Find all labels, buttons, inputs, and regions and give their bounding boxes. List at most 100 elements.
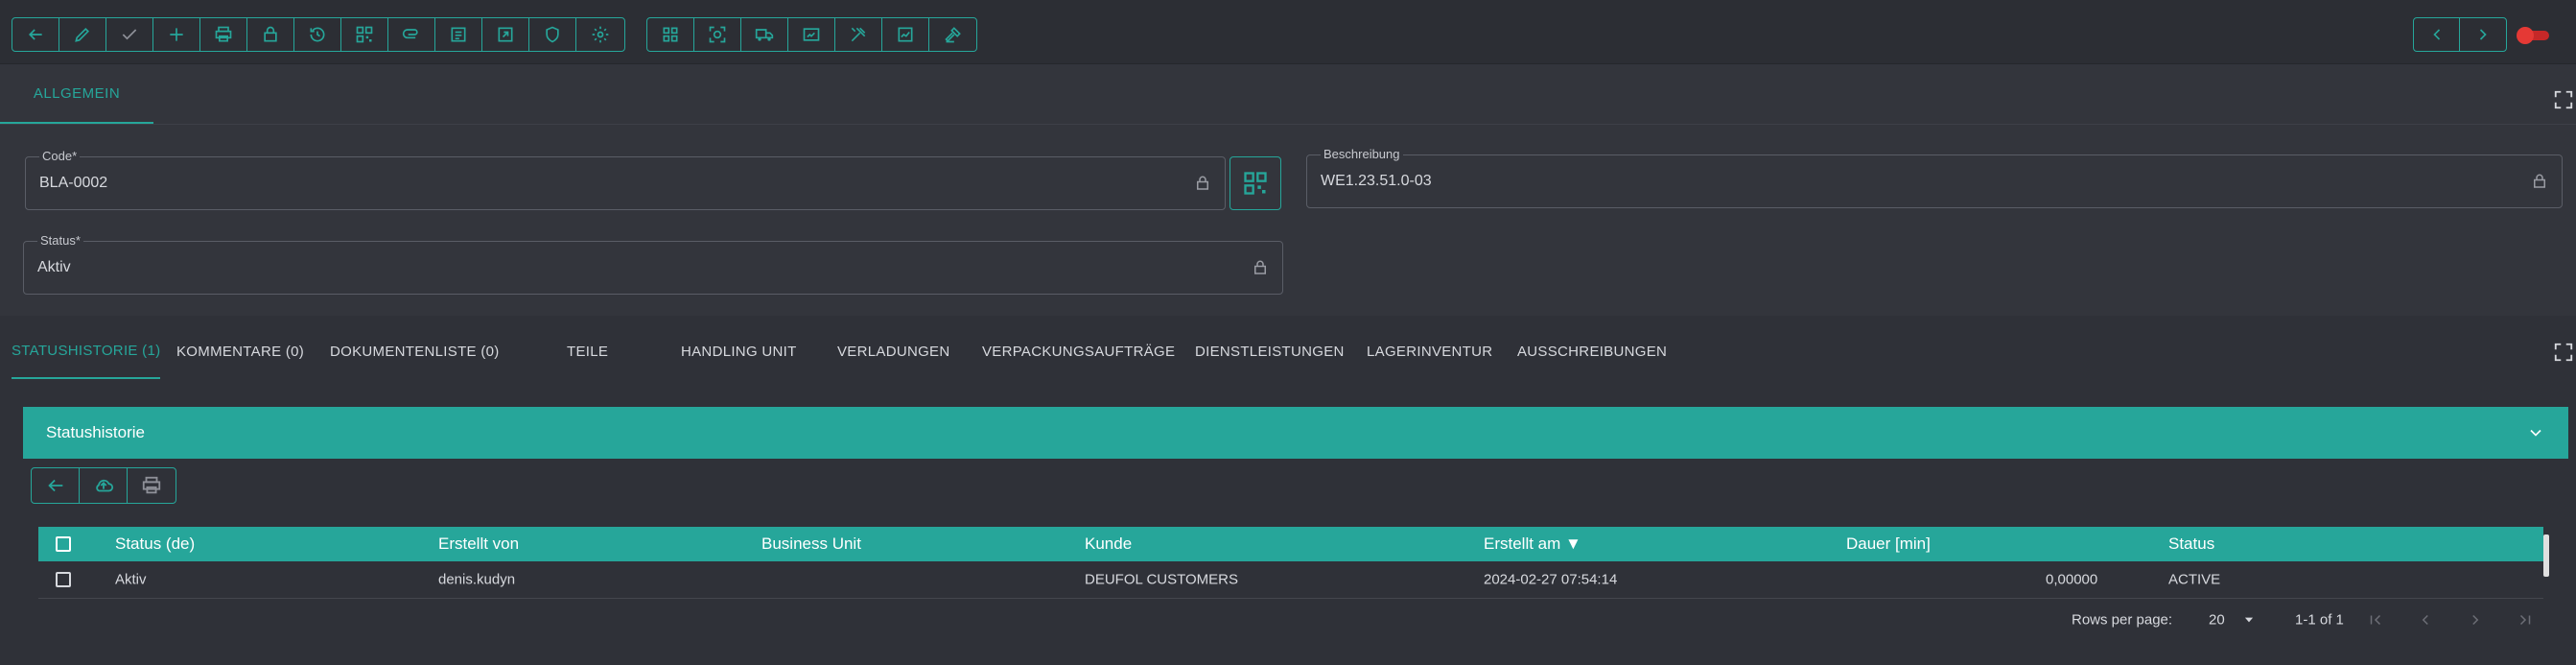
pencil-icon: [75, 27, 90, 42]
hammer-icon: [944, 27, 961, 43]
tab-teile[interactable]: TEILE: [567, 323, 608, 379]
qr-button[interactable]: [341, 18, 388, 51]
lock-icon: [264, 26, 277, 42]
beschreibung-value: WE1.23.51.0-03: [1321, 173, 1432, 189]
code-field[interactable]: Code* BLA-0002: [25, 149, 1226, 210]
printer-icon: [215, 26, 232, 42]
confirm-button[interactable]: [106, 18, 153, 51]
detail-section: STATUSHISTORIE (1) KOMMENTARE (0) DOKUME…: [0, 323, 2576, 665]
panel-title: Statushistorie: [46, 423, 145, 441]
lock-button[interactable]: [247, 18, 294, 51]
toolbar-secondary-actions: [646, 17, 977, 52]
top-toolbar: [0, 0, 2576, 64]
notes-button[interactable]: [435, 18, 482, 51]
generate-qr-button[interactable]: [1229, 156, 1281, 210]
tools-button[interactable]: [835, 18, 882, 51]
lock-icon: [2534, 174, 2545, 188]
tools-icon: [851, 27, 866, 42]
table-scrollbar[interactable]: [2541, 527, 2551, 584]
status-value: Aktiv: [37, 259, 71, 275]
cloud-upload-icon: [95, 479, 113, 492]
column-header-status-de[interactable]: Status (de): [115, 534, 195, 554]
caret-down-icon[interactable]: [2242, 613, 2256, 627]
tab-ausschreibungen[interactable]: AUSSCHREIBUNGEN: [1517, 323, 1667, 379]
attach-button[interactable]: [388, 18, 435, 51]
status-label: Status*: [37, 233, 83, 248]
export-button[interactable]: [482, 18, 529, 51]
cell-erstellt-von: denis.kudyn: [438, 571, 516, 588]
select-all-checkbox[interactable]: [56, 536, 71, 552]
rows-per-page-label: Rows per page:: [2072, 611, 2173, 629]
print-button[interactable]: [200, 18, 247, 51]
lock-icon: [1254, 260, 1266, 274]
cell-dauer: 0,00000: [2046, 571, 2098, 588]
back-arrow-icon: [28, 29, 42, 40]
barcode-scan-button[interactable]: [788, 18, 835, 51]
add-button[interactable]: [153, 18, 200, 51]
table-header: Status (de) Erstellt von Business Unit K…: [38, 527, 2543, 561]
tab-kommentare[interactable]: KOMMENTARE (0): [176, 323, 304, 379]
cell-kunde: DEUFOL CUSTOMERS: [1085, 571, 1239, 588]
settings-button[interactable]: [576, 18, 623, 51]
tab-handling-unit[interactable]: HANDLING UNIT: [681, 323, 797, 379]
chart-doc-icon: [898, 27, 913, 42]
pagination: Rows per page: 20 1-1 of 1: [2062, 601, 2561, 639]
auction-button[interactable]: [929, 18, 976, 51]
status-field[interactable]: Status* Aktiv: [23, 233, 1283, 295]
table-back-button[interactable]: [32, 468, 80, 503]
code-value: BLA-0002: [39, 175, 108, 191]
barcode-scan-icon: [803, 28, 820, 41]
previous-record-button[interactable]: [2414, 18, 2461, 51]
scrollbar-thumb[interactable]: [2543, 534, 2549, 577]
tab-verladungen[interactable]: VERLADUNGEN: [837, 323, 950, 379]
statushistorie-panel-header[interactable]: Statushistorie: [23, 407, 2568, 459]
grid-button[interactable]: [647, 18, 694, 51]
history-button[interactable]: [294, 18, 341, 51]
column-header-erstellt-von[interactable]: Erstellt von: [438, 534, 519, 554]
chevron-left-icon: [2432, 29, 2440, 40]
edit-button[interactable]: [59, 18, 106, 51]
notes-icon: [451, 27, 466, 42]
gear-icon: [592, 26, 608, 43]
row-checkbox[interactable]: [56, 572, 71, 587]
chevron-left-icon[interactable]: [2417, 611, 2434, 629]
fullscreen-icon[interactable]: [2553, 342, 2574, 363]
tab-dienstleistungen[interactable]: DIENSTLEISTUNGEN: [1195, 323, 1345, 379]
report-button[interactable]: [882, 18, 929, 51]
column-header-erstellt-am[interactable]: Erstellt am ▼: [1484, 534, 1581, 554]
first-page-icon[interactable]: [2367, 611, 2384, 629]
chevron-down-icon[interactable]: [2526, 423, 2545, 442]
chevron-right-icon[interactable]: [2467, 611, 2484, 629]
table-row[interactable]: Aktiv denis.kudyn DEUFOL CUSTOMERS 2024-…: [38, 561, 2543, 599]
scan-button[interactable]: [694, 18, 741, 51]
fullscreen-icon[interactable]: [2553, 89, 2574, 110]
upload-button[interactable]: [80, 468, 128, 503]
shipping-button[interactable]: [741, 18, 788, 51]
page-range: 1-1 of 1: [2295, 611, 2344, 629]
general-section: ALLGEMEIN Code* BLA-0002 Beschreibung WE…: [0, 64, 2576, 316]
qr-code-icon: [356, 26, 373, 43]
beschreibung-field[interactable]: Beschreibung WE1.23.51.0-03: [1306, 147, 2563, 208]
column-header-dauer[interactable]: Dauer [min]: [1846, 534, 1931, 554]
record-navigation: [2413, 17, 2507, 52]
tab-divider: [0, 124, 2576, 125]
column-header-kunde[interactable]: Kunde: [1085, 534, 1132, 554]
tab-verpackungsauftraege[interactable]: VERPACKUNGSAUFTRÄGE: [982, 323, 1175, 379]
column-header-business-unit[interactable]: Business Unit: [761, 534, 861, 554]
tab-allgemein[interactable]: ALLGEMEIN: [0, 64, 153, 124]
export-icon: [498, 27, 513, 42]
scan-target-icon: [709, 26, 726, 43]
toggle-switch[interactable]: [2517, 27, 2553, 44]
tab-lagerinventur[interactable]: LAGERINVENTUR: [1367, 323, 1492, 379]
last-page-icon[interactable]: [2517, 611, 2534, 629]
next-record-button[interactable]: [2460, 18, 2506, 51]
table-print-button[interactable]: [128, 468, 176, 503]
rows-per-page-select[interactable]: 20: [2209, 612, 2225, 629]
back-button[interactable]: [12, 18, 59, 51]
cell-status-de: Aktiv: [115, 571, 147, 588]
tab-statushistorie[interactable]: STATUSHISTORIE (1): [12, 323, 161, 379]
tab-dokumentenliste[interactable]: DOKUMENTENLISTE (0): [330, 323, 500, 379]
truck-icon: [755, 29, 774, 41]
shield-button[interactable]: [529, 18, 576, 51]
column-header-status[interactable]: Status: [2168, 534, 2214, 554]
